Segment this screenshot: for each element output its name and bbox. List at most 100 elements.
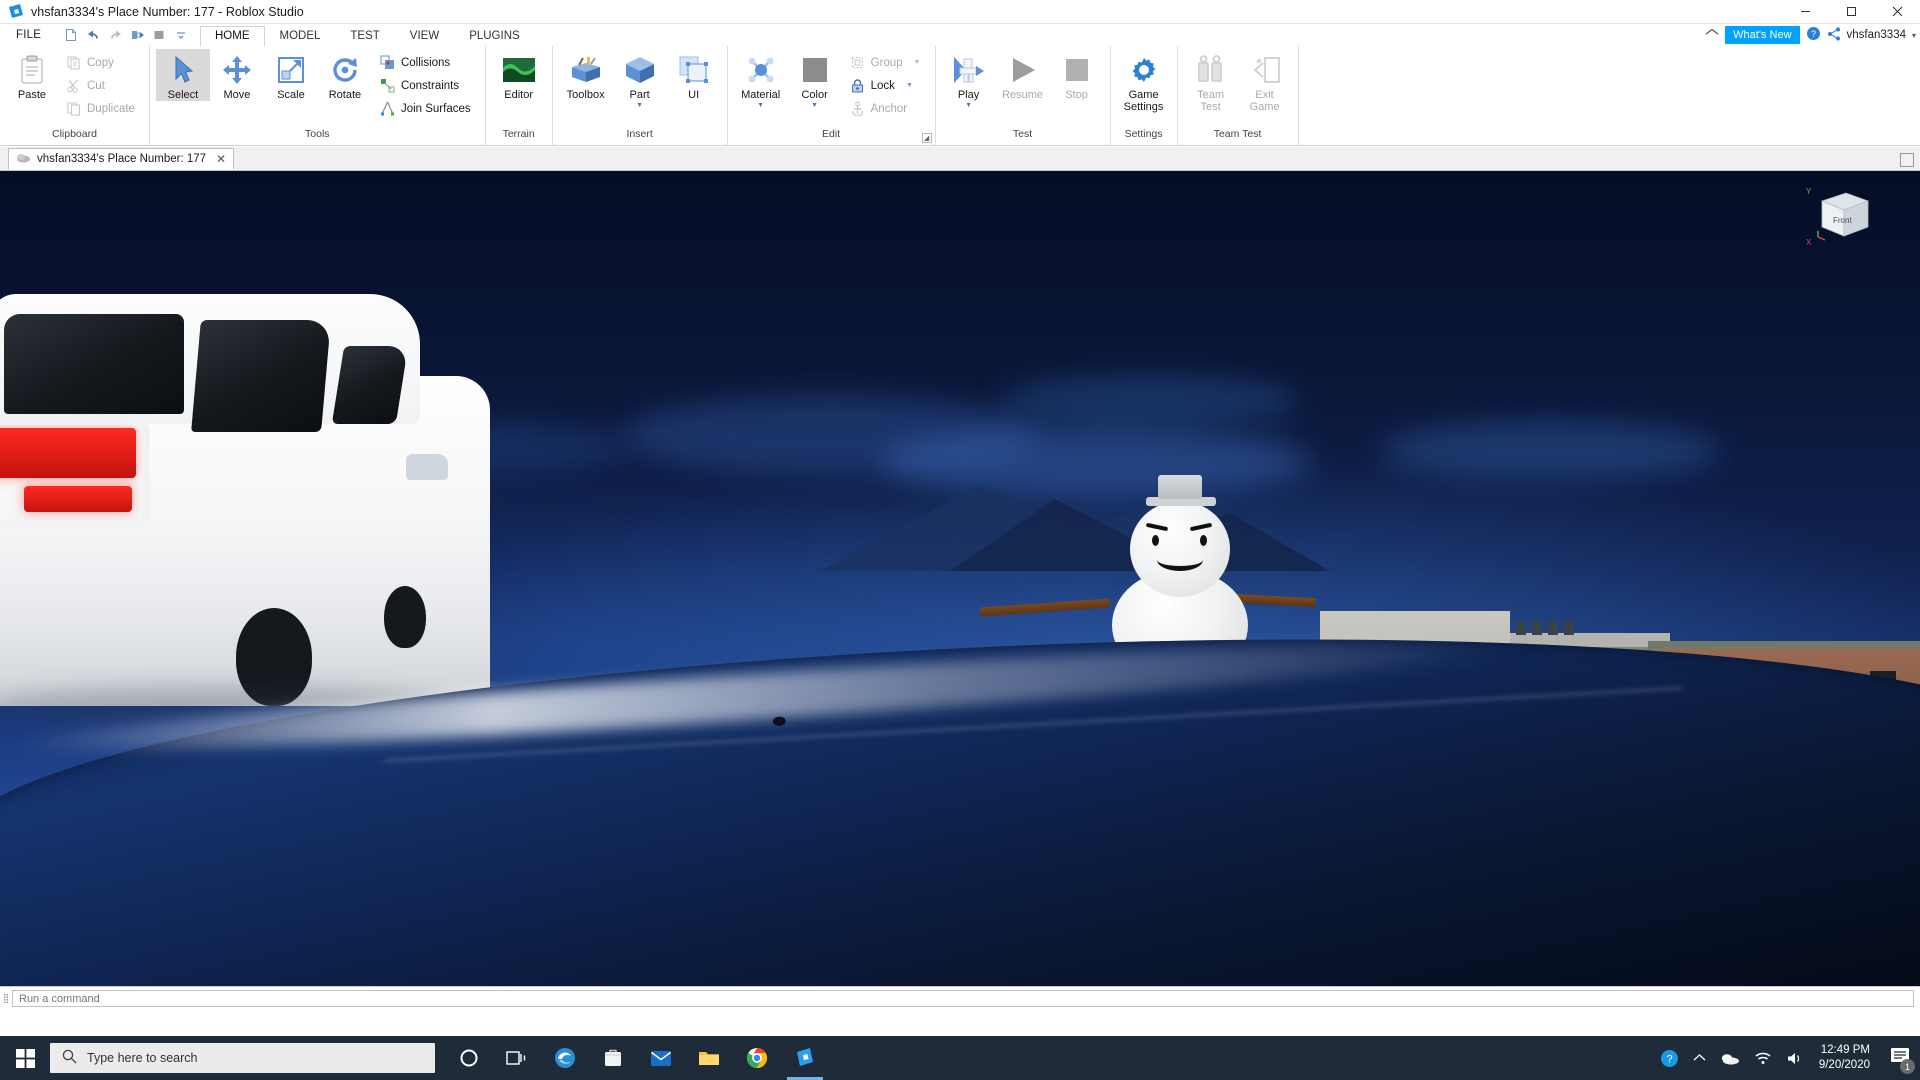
lock-dropdown-arrow-icon[interactable]: ▼: [906, 82, 913, 89]
document-tab-place[interactable]: vhsfan3334's Place Number: 177 ✕: [8, 148, 235, 170]
copy-button[interactable]: Copy: [62, 51, 139, 74]
group-icon: [850, 55, 866, 71]
store-icon[interactable]: [589, 1036, 637, 1080]
snowman-mouth: [1157, 549, 1203, 571]
mail-icon[interactable]: [637, 1036, 685, 1080]
group-label: Group: [870, 56, 903, 69]
help-support-icon[interactable]: ?: [1660, 1049, 1679, 1068]
system-tray: ? 12:49 PM 9/20/2020 1: [1660, 1036, 1920, 1080]
redo-icon[interactable]: [105, 26, 125, 44]
select-tool[interactable]: Select: [155, 49, 210, 101]
show-hidden-icons-icon[interactable]: [1693, 1053, 1706, 1063]
rotate-tool[interactable]: Rotate: [318, 49, 372, 101]
3d-viewport[interactable]: Bankof America: [0, 171, 1920, 986]
taskbar-clock[interactable]: 12:49 PM 9/20/2020: [1819, 1043, 1870, 1073]
home-icon[interactable]: [1705, 28, 1719, 43]
edit-dialog-launcher[interactable]: ◢: [921, 133, 932, 143]
lock-button[interactable]: Lock ▼: [846, 74, 925, 97]
roblox-studio-taskbar-icon[interactable]: [781, 1036, 829, 1080]
ribbon-tab-test[interactable]: TEST: [335, 26, 394, 46]
whats-new-button[interactable]: What's New: [1725, 26, 1800, 44]
material-button[interactable]: Material ▼: [734, 49, 788, 109]
ribbon-group-edit: Material ▼ Color ▼ Group ▼ Lock ▼ Anchor…: [728, 46, 936, 145]
maximize-button[interactable]: [1828, 0, 1874, 24]
file-menu[interactable]: FILE: [6, 27, 51, 43]
copy-label: Copy: [87, 56, 114, 69]
svg-text:?: ?: [1666, 1053, 1672, 1065]
join-surfaces-toggle[interactable]: Join Surfaces: [376, 97, 475, 120]
terrain-editor-button[interactable]: Editor: [492, 49, 546, 101]
color-button[interactable]: Color ▼: [788, 49, 842, 109]
play-dropdown-arrow-icon[interactable]: ▼: [965, 102, 972, 109]
constraints-toggle[interactable]: Constraints: [376, 74, 475, 97]
view-cube[interactable]: Front Y X: [1806, 187, 1876, 247]
minimize-button[interactable]: [1782, 0, 1828, 24]
command-input[interactable]: [12, 990, 1914, 1007]
taskbar-search-box[interactable]: Type here to search: [50, 1043, 435, 1073]
paste-button[interactable]: Paste: [6, 49, 58, 101]
windows-start-icon[interactable]: [0, 1036, 50, 1080]
publish-icon[interactable]: [127, 26, 147, 44]
edge-icon[interactable]: [541, 1036, 589, 1080]
game-settings-button[interactable]: Game Settings: [1117, 49, 1171, 113]
color-dropdown-arrow-icon[interactable]: ▼: [811, 102, 818, 109]
clipboard-icon: [19, 53, 45, 87]
undo-icon[interactable]: [83, 26, 103, 44]
help-circle-icon[interactable]: ?: [1806, 26, 1821, 44]
group-button[interactable]: Group ▼: [846, 51, 925, 74]
exit-game-label: Exit: [1255, 89, 1274, 101]
close-icon[interactable]: ✕: [216, 152, 226, 166]
stop-square-icon[interactable]: [149, 26, 169, 44]
user-name[interactable]: vhsfan3334: [1847, 29, 1906, 41]
resume-button[interactable]: Resume: [996, 49, 1050, 101]
team-test-label: Team: [1197, 89, 1224, 101]
exit-game-button[interactable]: Exit Game: [1238, 49, 1292, 113]
move-tool[interactable]: Move: [210, 49, 264, 101]
part-dropdown-arrow-icon[interactable]: ▼: [636, 102, 643, 109]
customize-chevron-icon[interactable]: [171, 26, 191, 44]
toolbox-label: Toolbox: [566, 89, 605, 101]
anchor-icon: [850, 101, 866, 117]
cut-button[interactable]: Cut: [62, 74, 139, 97]
play-button[interactable]: Play ▼: [942, 49, 996, 109]
view-cube-axis-y: Y: [1806, 187, 1812, 196]
group-label-settings: Settings: [1124, 128, 1163, 140]
task-view-icon[interactable]: [493, 1036, 541, 1080]
volume-icon[interactable]: [1786, 1051, 1803, 1066]
ribbon-tab-plugins[interactable]: PLUGINS: [454, 26, 535, 46]
onedrive-icon[interactable]: [1720, 1052, 1740, 1065]
material-label: Material: [741, 89, 781, 101]
wifi-icon[interactable]: [1754, 1051, 1772, 1065]
share-icon[interactable]: [1827, 27, 1841, 44]
chrome-icon[interactable]: [733, 1036, 781, 1080]
material-dropdown-arrow-icon[interactable]: ▼: [757, 102, 764, 109]
anchor-button[interactable]: Anchor: [846, 97, 925, 120]
toolbox-button[interactable]: Toolbox: [559, 49, 613, 101]
team-test-button[interactable]: Team Test: [1184, 49, 1238, 113]
command-bar-grip[interactable]: ⣿: [0, 993, 12, 1004]
close-button[interactable]: [1874, 0, 1920, 24]
stop-button[interactable]: Stop: [1050, 49, 1104, 101]
new-document-icon[interactable]: [61, 26, 81, 44]
duplicate-button[interactable]: Duplicate: [62, 97, 139, 120]
suv-taillight-lower: [24, 486, 132, 512]
part-button[interactable]: Part ▼: [613, 49, 667, 109]
ui-button[interactable]: UI: [667, 49, 721, 101]
notification-center-icon[interactable]: 1: [1890, 1047, 1915, 1074]
snowman-eye-right: [1200, 535, 1207, 546]
group-dropdown-arrow-icon[interactable]: ▼: [914, 59, 921, 66]
part-label: Part: [629, 89, 650, 101]
chevron-down-icon[interactable]: ▾: [1912, 31, 1916, 40]
file-explorer-icon[interactable]: [685, 1036, 733, 1080]
ribbon-tab-home[interactable]: HOME: [200, 26, 265, 46]
ribbon-tab-view[interactable]: VIEW: [395, 26, 454, 46]
suv-mirror: [406, 454, 448, 480]
restore-layout-button[interactable]: [1900, 153, 1914, 167]
ribbon-group-test: Play ▼ Resume Stop Test: [936, 46, 1111, 145]
view-cube-gizmo[interactable]: Front: [1812, 187, 1876, 245]
scale-tool[interactable]: Scale: [264, 49, 318, 101]
ribbon-tab-model[interactable]: MODEL: [265, 26, 336, 46]
collisions-toggle[interactable]: Collisions: [376, 51, 475, 74]
scissors-icon: [66, 78, 82, 94]
cortana-icon[interactable]: [445, 1036, 493, 1080]
